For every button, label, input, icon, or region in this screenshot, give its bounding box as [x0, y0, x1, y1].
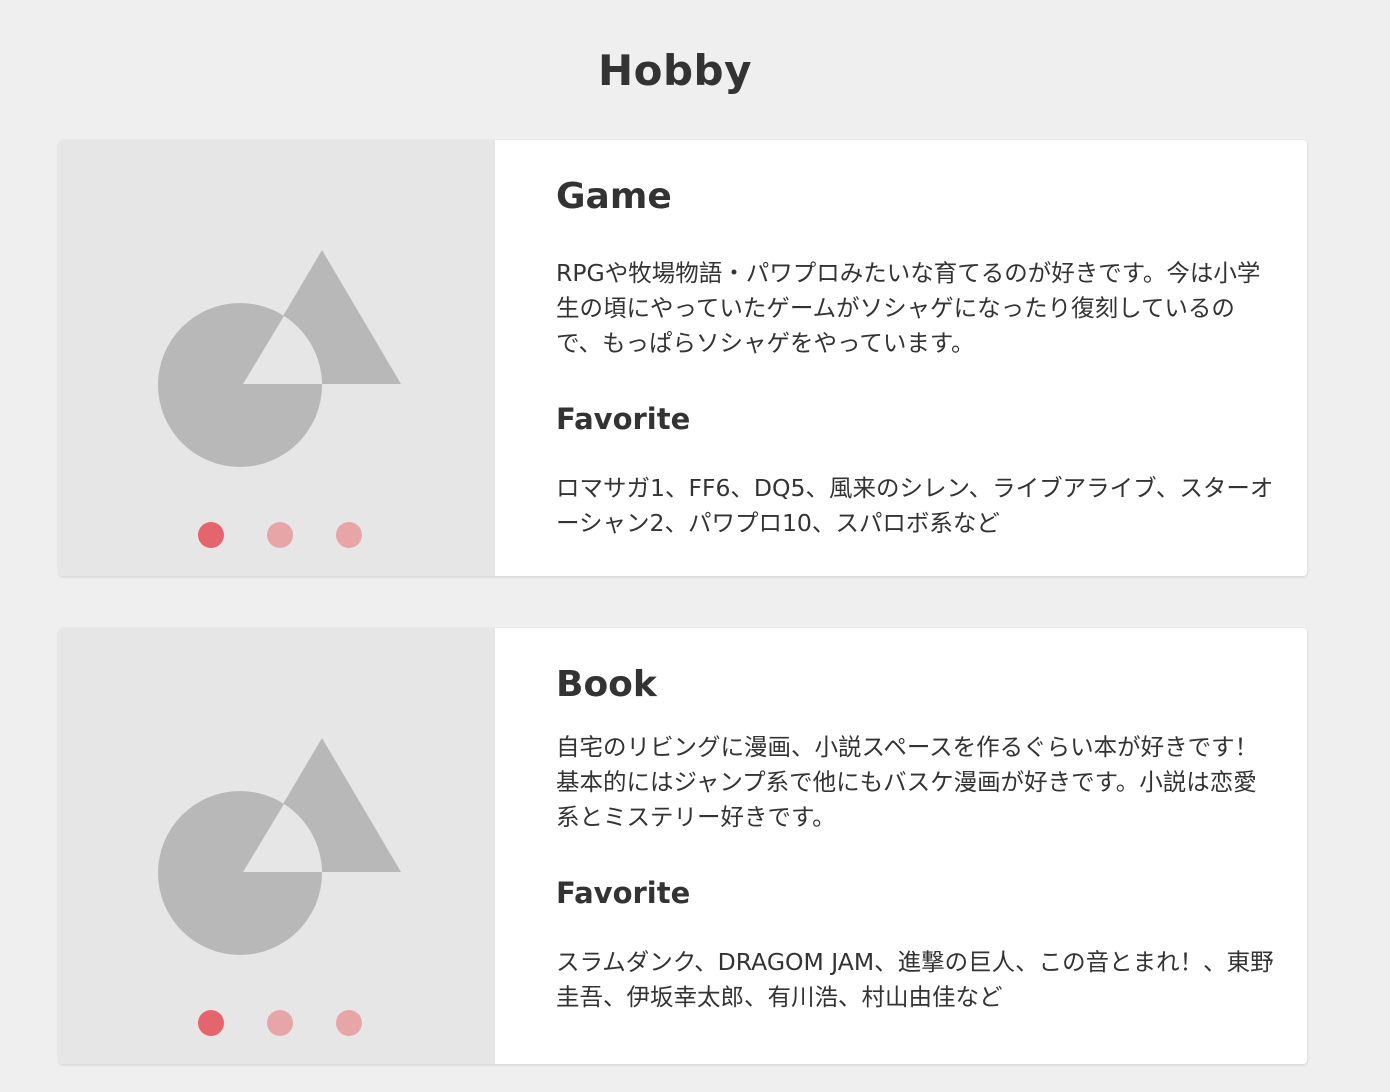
favorite-heading: Favorite [556, 402, 691, 436]
hobby-card-game: Game RPGや牧場物語・パワプロみたいな育てるのが好きです。今は小学生の頃に… [59, 140, 1307, 576]
card-description: 自宅のリビングに漫画、小説スペースを作るぐらい本が好きです！基本的にはジャンプ系… [556, 733, 1259, 831]
favorite-list: ロマサガ1、FF6、DQ5、風来のシレン、ライブアライブ、スターオーシャン2、パ… [556, 474, 1274, 537]
carousel-dot-1[interactable] [198, 1010, 224, 1036]
carousel-dot-2[interactable] [267, 1010, 293, 1036]
card-content: Game RPGや牧場物語・パワプロみたいな育てるのが好きです。今は小学生の頃に… [495, 140, 1307, 576]
carousel-dot-1[interactable] [198, 522, 224, 548]
card-title: Game [556, 176, 672, 217]
carousel-dot-3[interactable] [336, 1010, 362, 1036]
hobby-card-book: Book 自宅のリビングに漫画、小説スペースを作るぐらい本が好きです！基本的には… [59, 628, 1307, 1064]
carousel-dots [59, 1010, 498, 1036]
page-title: Hobby [597, 46, 752, 95]
shapes-placeholder-icon [158, 738, 401, 955]
carousel-dot-2[interactable] [267, 522, 293, 548]
carousel-dots [59, 522, 498, 548]
card-title: Book [556, 664, 657, 705]
card-image-carousel [59, 140, 495, 576]
favorite-heading: Favorite [556, 876, 691, 910]
shapes-placeholder-icon [158, 250, 401, 467]
carousel-dot-3[interactable] [336, 522, 362, 548]
card-content: Book 自宅のリビングに漫画、小説スペースを作るぐらい本が好きです！基本的には… [495, 628, 1307, 1064]
favorite-list: スラムダンク、DRAGOM JAM、進撃の巨人、この音とまれ！、東野圭吾、伊坂幸… [556, 948, 1274, 1011]
card-image-carousel [59, 628, 495, 1064]
card-description: RPGや牧場物語・パワプロみたいな育てるのが好きです。今は小学生の頃にやっていた… [556, 259, 1261, 357]
